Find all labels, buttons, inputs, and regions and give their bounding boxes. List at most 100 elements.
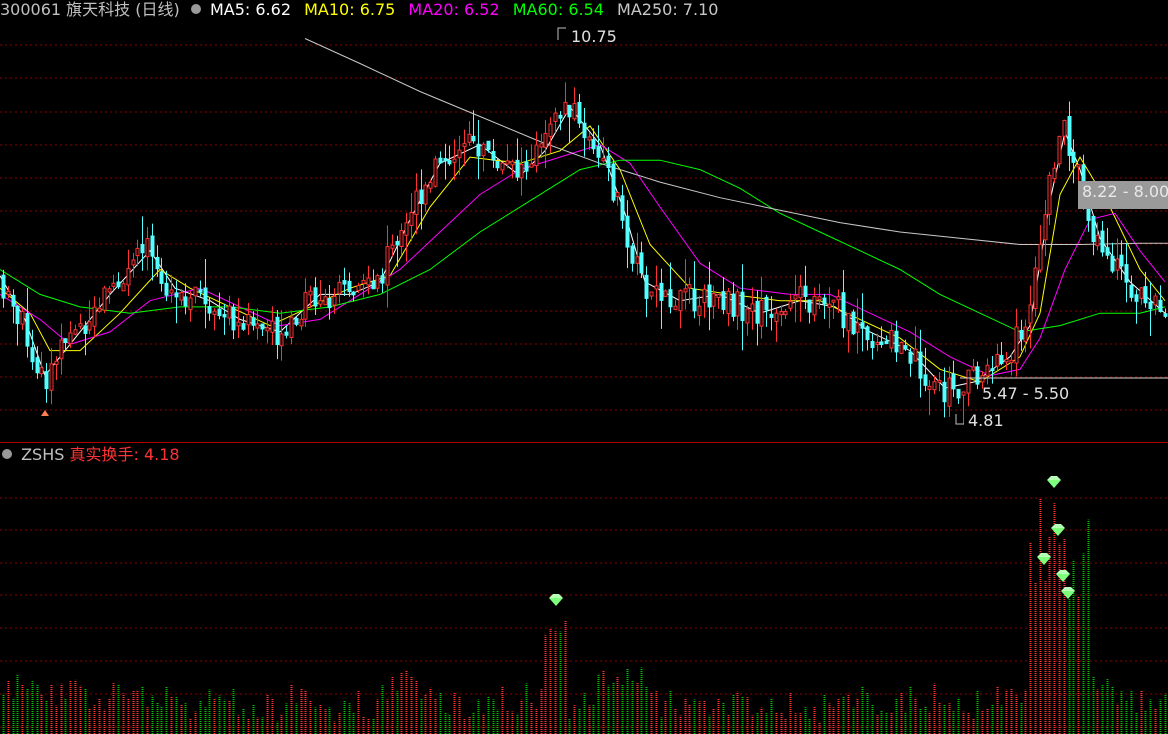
candle-body	[942, 381, 947, 403]
candle-body	[1100, 230, 1105, 253]
candle-body	[966, 369, 971, 394]
settings-dot-icon[interactable]	[2, 448, 12, 459]
candle-body	[990, 368, 995, 372]
candle-body	[937, 379, 942, 383]
candle-body	[11, 294, 16, 307]
candle-body	[131, 259, 136, 266]
candle-body	[20, 310, 25, 325]
ma250-line	[304, 38, 1168, 245]
ma60-line	[0, 159, 1166, 333]
candle-body	[399, 230, 404, 248]
candle-body	[54, 360, 59, 365]
indicator-name: ZSHS	[21, 445, 65, 464]
candle-body	[236, 321, 241, 327]
candle-body	[687, 284, 692, 289]
candle-body	[735, 291, 740, 317]
candle-body	[908, 351, 913, 364]
ma250-legend: MA250: 7.10	[617, 0, 718, 19]
candle-body	[313, 287, 318, 307]
candle-body	[68, 332, 73, 345]
candle-body	[380, 275, 385, 284]
candle-body	[30, 347, 35, 363]
candle-body	[428, 182, 433, 189]
ma10-value: 6.75	[359, 0, 396, 19]
candle-body	[183, 296, 188, 307]
candle-body	[433, 158, 438, 187]
candle-body	[606, 155, 611, 169]
candle-body	[582, 122, 587, 139]
candle-body	[246, 313, 251, 326]
candle-body	[73, 329, 78, 335]
candle-body	[697, 305, 702, 316]
candle-body	[769, 313, 774, 319]
candle-body	[836, 296, 841, 301]
candle-body	[294, 318, 299, 325]
candle-body	[1153, 295, 1158, 306]
candle-body	[1134, 294, 1139, 302]
candle-body	[702, 288, 707, 304]
volume-bars	[2, 498, 1167, 734]
ma20-value: 6.52	[464, 0, 500, 19]
candle-body	[107, 288, 112, 293]
candle-body	[975, 366, 980, 385]
candle-body	[745, 308, 750, 324]
settings-dot-icon[interactable]	[190, 3, 201, 14]
candle-body	[121, 283, 126, 292]
candle-body	[654, 285, 659, 290]
candle-body	[414, 190, 419, 215]
candle-body	[471, 135, 476, 142]
candle-body	[1158, 299, 1163, 312]
candle-body	[548, 123, 553, 137]
candle-body	[92, 306, 97, 327]
candle-body	[63, 338, 68, 344]
candle-body	[1143, 286, 1148, 304]
candle-body	[25, 312, 30, 347]
candle-body	[222, 314, 227, 318]
candle-body	[78, 323, 83, 327]
candle-body	[447, 160, 452, 165]
candle-body	[841, 292, 846, 329]
candle-body	[337, 281, 342, 295]
candle-body	[361, 279, 366, 284]
candle-body	[423, 184, 428, 205]
candle-body	[884, 340, 889, 345]
candle-body	[164, 282, 169, 296]
candle-body	[270, 320, 275, 333]
indicator-value: 4.18	[143, 445, 180, 464]
candle-body	[1019, 329, 1024, 340]
candle-body	[558, 114, 563, 119]
candle-body	[39, 367, 44, 375]
candle-body	[1038, 243, 1043, 271]
candle-body	[1119, 254, 1124, 267]
candle-body	[793, 294, 798, 300]
stock-chart-window: 10.75 4.81 5.47 - 5.50 8.22 - 8.00 30006…	[0, 0, 1168, 734]
candle-body	[385, 246, 390, 286]
candle-body	[827, 303, 832, 308]
candle-body	[203, 287, 208, 305]
indicator-label: 真实换手:	[69, 445, 144, 464]
moving-averages	[0, 38, 1168, 389]
ma20-legend: MA20: 6.52	[408, 0, 499, 19]
candle-body	[1033, 267, 1038, 310]
candle-body	[1043, 214, 1048, 241]
candle-body	[457, 149, 462, 159]
ma5-value: 6.62	[255, 0, 291, 19]
candle-body	[764, 296, 769, 311]
candle-body	[1124, 264, 1129, 283]
candle-body	[1105, 247, 1110, 256]
candle-body	[500, 162, 505, 171]
volume-spike-icon	[1047, 480, 1061, 488]
period-label: (日线)	[135, 0, 180, 19]
candle-body	[452, 158, 457, 163]
candle-body	[275, 316, 280, 346]
candle-body	[193, 286, 198, 297]
kline-chart[interactable]: 10.75 4.81 5.47 - 5.50 8.22 - 8.00	[0, 0, 1168, 734]
candle-body	[83, 325, 88, 335]
ma60-label: MA60:	[512, 0, 569, 19]
candle-body	[630, 245, 635, 264]
candle-body	[673, 305, 678, 310]
candle-body	[529, 163, 534, 168]
candle-body	[759, 299, 764, 327]
candle-body	[135, 247, 140, 257]
candle-body	[1067, 116, 1072, 156]
